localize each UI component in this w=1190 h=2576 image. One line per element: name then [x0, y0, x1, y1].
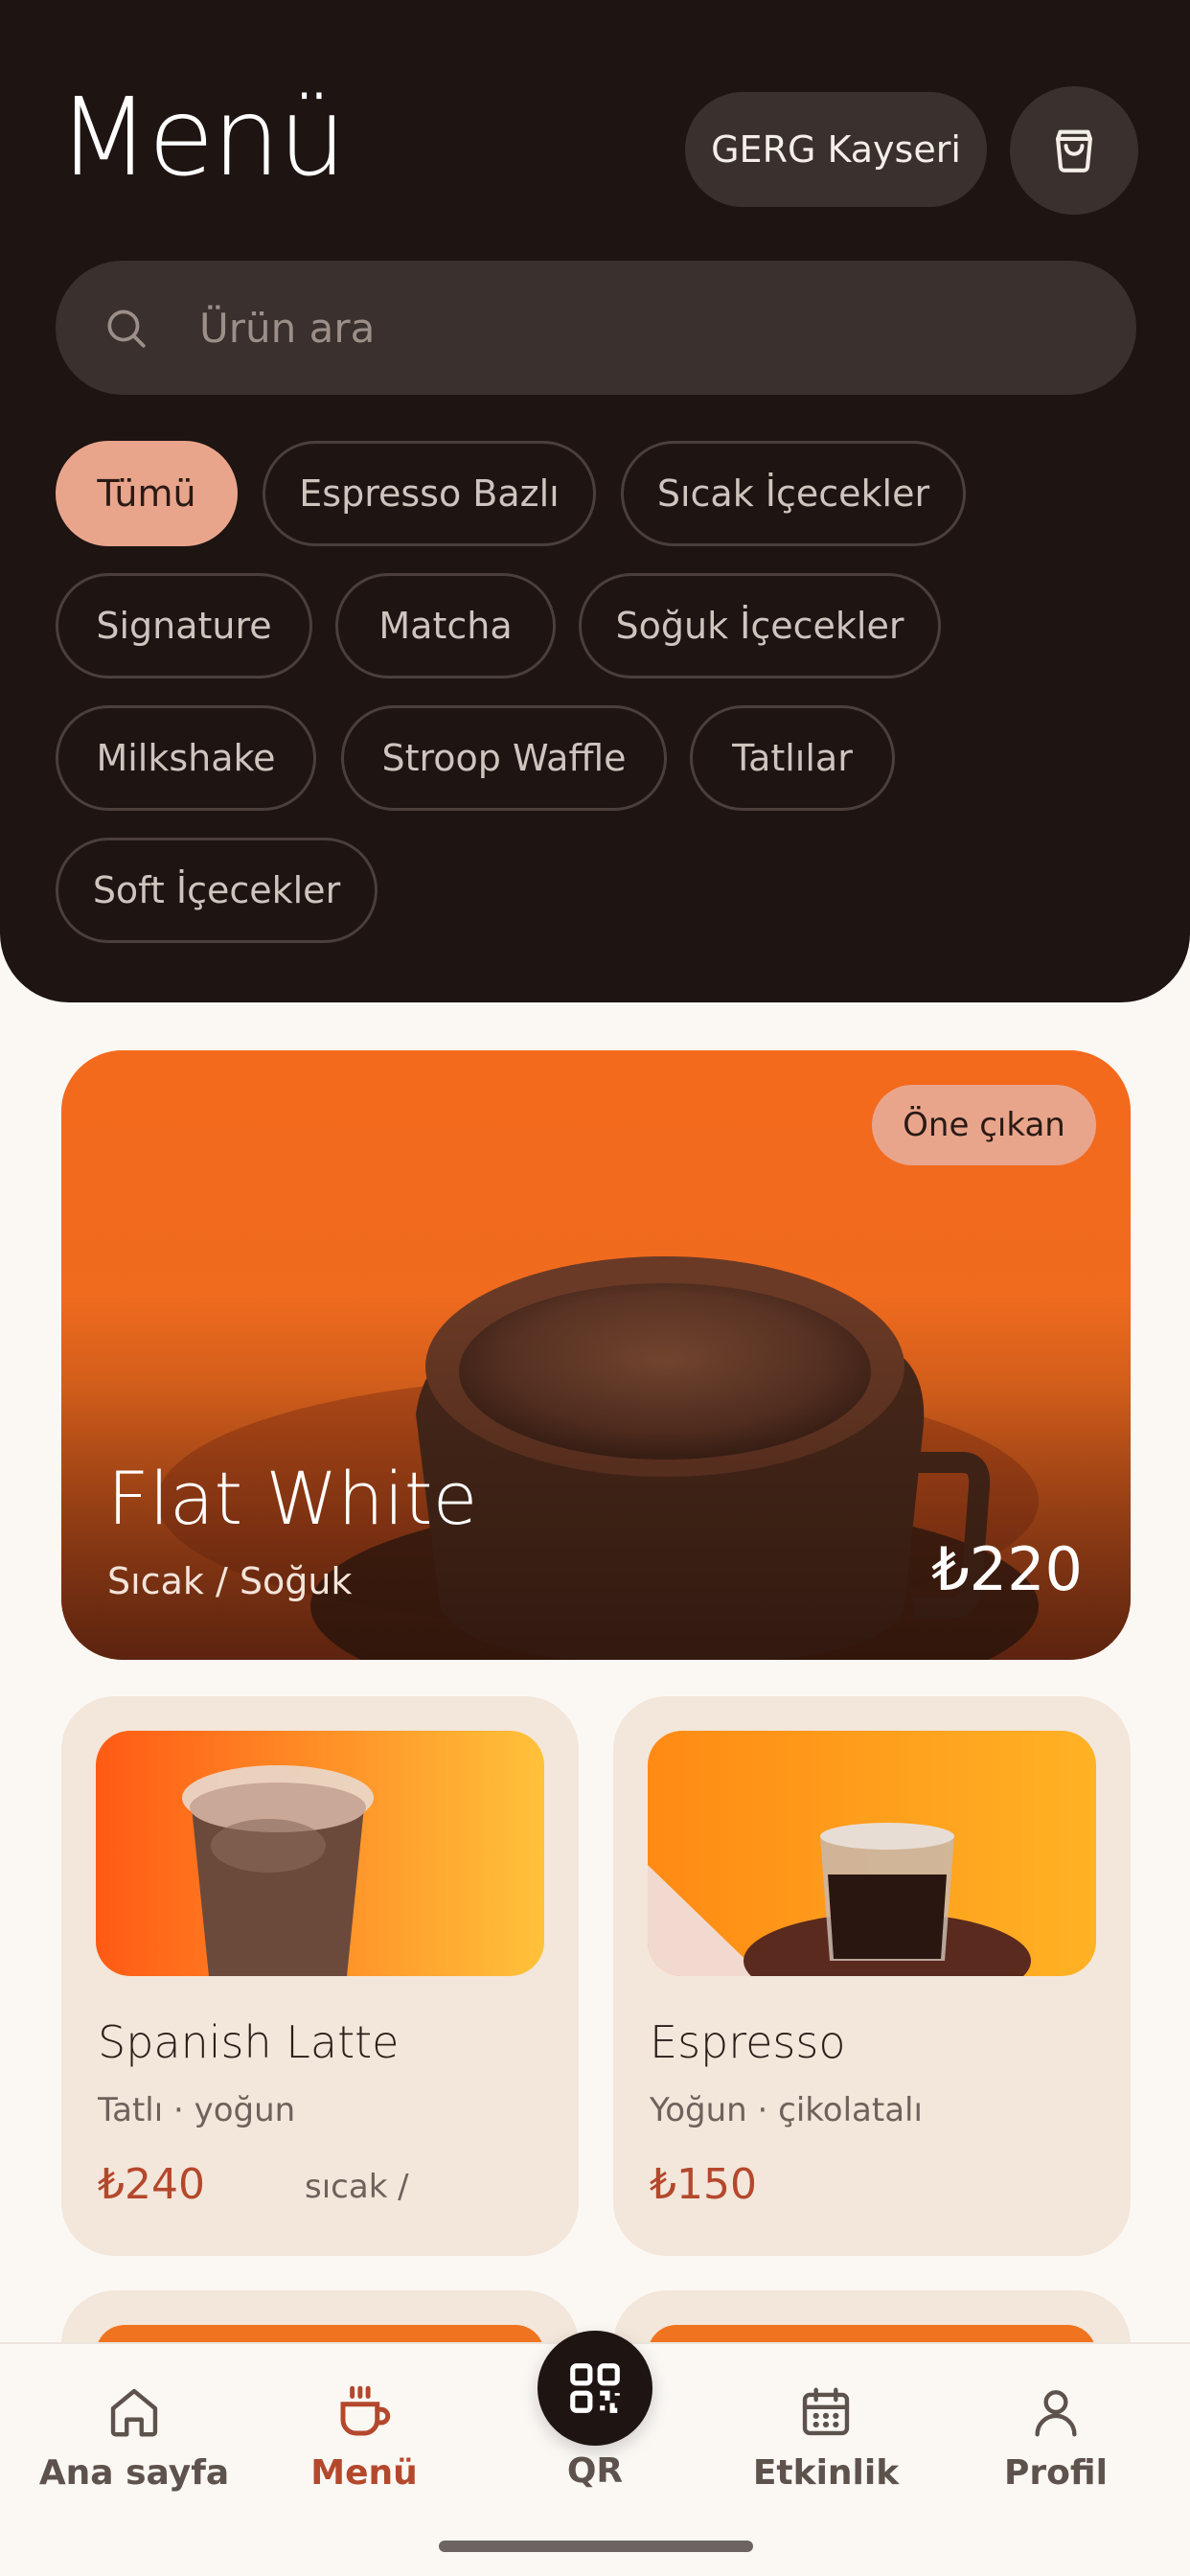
qr-scan-button[interactable] — [538, 2331, 652, 2446]
category-chip-soguk-icecekler[interactable]: Soğuk İçecekler — [579, 573, 941, 678]
nav-menu[interactable]: Menü — [268, 2380, 460, 2524]
nav-profile-label: Profil — [1004, 2453, 1108, 2493]
page-title: Menü — [57, 76, 347, 200]
nav-profile[interactable]: Profil — [960, 2380, 1152, 2524]
product-card-spanish-latte[interactable]: Spanish Latte Tatlı · yoğun ₺240 sıcak / — [61, 1696, 579, 2256]
shopping-bag-icon — [1056, 129, 1092, 172]
calendar-icon — [794, 2380, 858, 2444]
featured-product-name: Flat White — [107, 1456, 478, 1541]
featured-product-card[interactable]: Öne çıkan Flat White Sıcak / Soğuk ₺220 — [61, 1050, 1131, 1660]
nav-qr-label[interactable]: QR — [538, 2451, 652, 2491]
nav-menu-label: Menü — [310, 2453, 418, 2493]
nav-events[interactable]: Etkinlik — [730, 2380, 922, 2524]
product-variant-note: sıcak / — [305, 2168, 409, 2206]
qr-code-icon — [570, 2363, 620, 2413]
category-chip-matcha[interactable]: Matcha — [335, 573, 556, 678]
header: Menü GERG Kayseri Tümü Espresso Bazlı Sı… — [0, 0, 1190, 1002]
product-image — [96, 1731, 544, 1976]
cart-button[interactable] — [1010, 86, 1138, 215]
featured-product-subtitle: Sıcak / Soğuk — [107, 1560, 353, 1602]
category-chip-tumu[interactable]: Tümü — [56, 441, 238, 546]
search-icon — [102, 298, 161, 357]
category-chip-signature[interactable]: Signature — [56, 573, 312, 678]
product-name: Espresso — [650, 2016, 846, 2068]
category-chip-soft-icecekler[interactable]: Soft İçecekler — [56, 838, 378, 943]
product-description: Yoğun · çikolatalı — [650, 2091, 923, 2129]
home-indicator — [439, 2541, 753, 2552]
location-selector-button[interactable]: GERG Kayseri — [685, 92, 987, 207]
featured-badge: Öne çıkan — [872, 1085, 1096, 1165]
category-chip-stroop-waffle[interactable]: Stroop Waffle — [341, 705, 667, 811]
category-chip-espresso-bazli[interactable]: Espresso Bazlı — [263, 441, 596, 546]
product-image — [648, 1731, 1096, 1976]
product-name: Spanish Latte — [98, 2016, 400, 2068]
product-price: ₺150 — [650, 2160, 757, 2209]
featured-product-price: ₺220 — [931, 1534, 1083, 1604]
nav-home-label: Ana sayfa — [38, 2453, 230, 2493]
user-icon — [1024, 2380, 1087, 2444]
coffee-cup-icon — [332, 2380, 396, 2444]
search-bar[interactable] — [56, 261, 1136, 395]
home-icon — [103, 2380, 166, 2444]
nav-home[interactable]: Ana sayfa — [38, 2380, 230, 2524]
category-chip-tatlilar[interactable]: Tatlılar — [690, 705, 895, 811]
product-card-espresso[interactable]: Espresso Yoğun · çikolatalı ₺150 — [613, 1696, 1131, 2256]
product-description: Tatlı · yoğun — [98, 2091, 296, 2129]
search-input[interactable] — [199, 304, 1062, 352]
category-chip-sicak-icecekler[interactable]: Sıcak İçecekler — [621, 441, 966, 546]
category-chip-milkshake[interactable]: Milkshake — [56, 705, 316, 811]
nav-events-label: Etkinlik — [752, 2453, 900, 2493]
product-price: ₺240 — [98, 2160, 205, 2209]
